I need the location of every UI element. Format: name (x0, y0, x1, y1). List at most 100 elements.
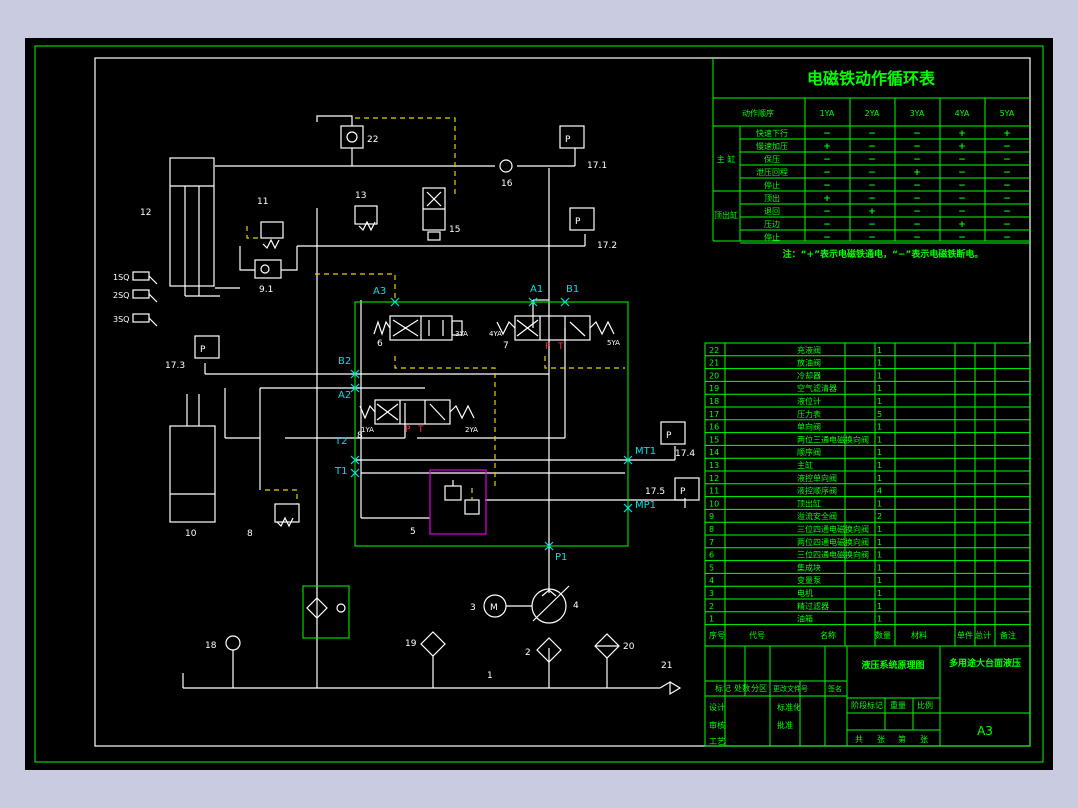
action-state: − (868, 155, 876, 165)
label-17-3: 17.3 (165, 361, 185, 371)
part-no: 15 (709, 435, 719, 444)
part-no: 14 (709, 448, 719, 457)
part-qty: 1 (877, 435, 882, 444)
action-state: + (958, 142, 966, 152)
motor-letter: M (490, 603, 498, 613)
part-no: 9 (709, 512, 714, 521)
group-main-cylinder: 主 缸 (717, 154, 736, 164)
part-qty: 1 (877, 346, 882, 355)
action-state: − (958, 168, 966, 178)
tb-label: 设计 (709, 702, 725, 712)
action-state: − (1003, 155, 1011, 165)
label-tank: 1 (487, 671, 493, 681)
tb-label: 阶段标记 (851, 700, 883, 710)
valve-7: 3YA 6 (373, 315, 468, 349)
valve-9-1: 8 (247, 489, 300, 539)
return-filter (302, 585, 350, 639)
action-state: − (913, 220, 921, 230)
parts-header: 数量 (875, 630, 891, 640)
port-a2: A2 (338, 390, 351, 401)
label-10: 10 (185, 529, 197, 539)
label-20: 20 (623, 642, 635, 652)
part-qty: 1 (877, 551, 882, 560)
action-state: − (1003, 220, 1011, 230)
port-t-mark: T (417, 425, 424, 435)
tb-label: 更改文件号 (773, 684, 808, 693)
part-no: 4 (709, 576, 714, 585)
part-qty: 1 (877, 461, 882, 470)
drawing-title: 液压系统原理图 (861, 659, 924, 671)
tb-label: 工艺 (709, 737, 725, 746)
tb-label: 张 (877, 735, 885, 744)
part-qty: 4 (877, 487, 882, 496)
port-mt1: MT1 (635, 446, 656, 457)
valve-6: P T 1YA 2YA 8 (357, 399, 478, 441)
action-table-note: 注：“+”表示电磁铁通电，“−”表示电磁铁断电。 (783, 248, 984, 260)
gauge-letter: P (680, 487, 686, 497)
solenoid-2ya: 2YA (465, 426, 478, 434)
parts-header: 单件 (957, 630, 973, 640)
action-state: − (913, 194, 921, 204)
parts-header: 材料 (911, 630, 927, 640)
action-state: − (958, 194, 966, 204)
part-name: 三位四通电磁换向阀 (797, 524, 869, 534)
motor-3: M 3 (470, 594, 532, 618)
pilot-line (355, 117, 456, 198)
action-state: − (868, 233, 876, 243)
parts-header: 备注 (1000, 630, 1016, 640)
part-no: 1 (709, 615, 714, 624)
label-4: 4 (573, 601, 579, 611)
check-valve-16: 16 (499, 159, 513, 189)
action-state: − (1003, 168, 1011, 178)
part-qty: 1 (877, 499, 882, 508)
parts-header: 序号 (709, 630, 725, 640)
part-name: 变量泵 (797, 575, 821, 585)
filter-2: 2 (525, 637, 562, 663)
relief-module (429, 469, 487, 535)
part-name: 冷却器 (797, 370, 821, 380)
switch-3sq: 3SQ (113, 315, 129, 324)
action-table-header: 4YA (955, 109, 970, 118)
action-state: + (958, 220, 966, 230)
port-a1: A1 (530, 284, 543, 295)
port-p1: P1 (555, 552, 567, 563)
label-17-5: 17.5 (645, 487, 665, 497)
part-no: 22 (709, 346, 719, 355)
action-table-header: 5YA (1000, 109, 1015, 118)
action-name: 停止 (764, 180, 780, 190)
part-no: 21 (709, 359, 719, 368)
port-t1: T1 (334, 466, 347, 477)
label-3: 3 (470, 603, 476, 613)
part-qty: 1 (877, 359, 882, 368)
action-name: 退回 (764, 207, 780, 216)
action-name: 保压 (764, 154, 780, 164)
switch-2sq: 2SQ (113, 291, 129, 300)
drain-valve-21: 21 (659, 661, 682, 696)
action-state: − (958, 155, 966, 165)
tb-label: 张 (920, 735, 928, 744)
part-name: 溢流安全阀 (797, 511, 837, 521)
label-9-1: 8 (247, 529, 253, 539)
part-qty: 1 (877, 602, 882, 611)
label-12: 9.1 (259, 285, 273, 295)
tb-label: 第 (898, 734, 906, 744)
action-state: − (958, 233, 966, 243)
action-state: − (868, 129, 876, 139)
action-table-title: 电磁铁动作循环表 (807, 69, 936, 88)
part-qty: 1 (877, 423, 882, 432)
label-18: 18 (205, 641, 217, 651)
part-name: 两位三通电磁换向阀 (797, 434, 869, 444)
solenoid-4ya: 4YA (489, 330, 502, 338)
valve-12: 9.1 (239, 246, 298, 295)
main-cylinder-13: 12 (140, 157, 220, 297)
parts-header: 代号 (749, 630, 765, 640)
port-t2: T2 (334, 436, 347, 447)
part-no: 5 (709, 563, 714, 572)
title-block: 液压系统原理图 多用途大台面液压 A3 标记 处数 分区 更改文件号 签名 设计… (704, 645, 1031, 747)
switch-1sq: 1SQ (113, 273, 129, 282)
part-name: 液控单向阀 (797, 473, 837, 483)
gauge-17-2: P 17.2 (569, 207, 617, 251)
action-state: − (1003, 181, 1011, 191)
label-8: 7 (503, 341, 509, 351)
valve-22: 22 (316, 115, 378, 166)
